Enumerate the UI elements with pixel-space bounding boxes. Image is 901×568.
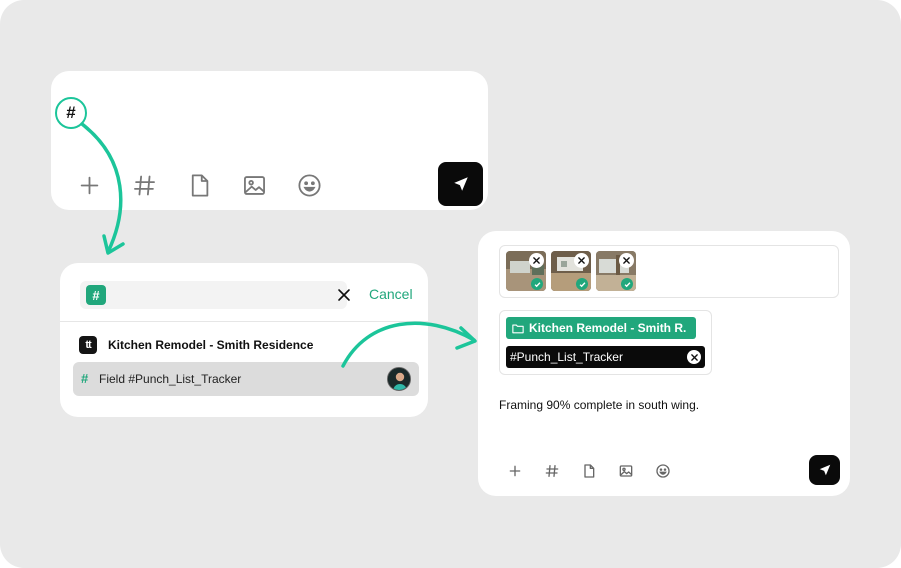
tracker-tag-chip[interactable]: #Punch_List_Tracker [506, 346, 705, 368]
remove-attachment-button[interactable] [529, 253, 544, 268]
project-header: tt Kitchen Remodel - Smith Residence [79, 335, 313, 355]
background-canvas: # # Cancel tt Kitchen Remodel - Smith Re… [0, 0, 901, 568]
message-text[interactable]: Framing 90% complete in south wing. [499, 398, 699, 412]
arrow-head [102, 234, 125, 255]
hash-icon[interactable] [544, 463, 560, 479]
project-tag-label: Kitchen Remodel - Smith R. [529, 321, 687, 335]
arrow-head [455, 326, 477, 350]
result-hash-icon: # [81, 371, 89, 386]
tag-search-input[interactable] [112, 283, 302, 307]
send-button[interactable] [809, 455, 840, 485]
plus-icon[interactable] [507, 463, 523, 479]
send-button[interactable] [438, 162, 483, 206]
hash-icon[interactable] [131, 172, 158, 199]
project-logo: tt [79, 336, 97, 354]
composer-toolbar [76, 172, 323, 199]
plus-icon[interactable] [76, 172, 103, 199]
photo-attachment[interactable] [551, 251, 591, 291]
tags-container: Kitchen Remodel - Smith R. #Punch_List_T… [499, 310, 712, 375]
project-name: Kitchen Remodel - Smith Residence [108, 338, 314, 352]
divider [60, 321, 428, 322]
file-icon[interactable] [581, 463, 597, 479]
check-icon [621, 278, 633, 290]
hash-badge: # [86, 285, 106, 305]
avatar [387, 367, 411, 391]
photo-attachment[interactable] [506, 251, 546, 291]
tag-result-item[interactable]: # Field #Punch_List_Tracker [73, 362, 419, 396]
photo-attachment[interactable] [596, 251, 636, 291]
message-toolbar [507, 463, 671, 479]
check-icon [531, 278, 543, 290]
message-preview-card: Kitchen Remodel - Smith R. #Punch_List_T… [478, 231, 850, 496]
file-icon[interactable] [186, 172, 213, 199]
remove-tag-button[interactable] [687, 350, 701, 364]
emoji-icon[interactable] [655, 463, 671, 479]
emoji-icon[interactable] [296, 172, 323, 199]
result-label: Field #Punch_List_Tracker [99, 372, 242, 386]
image-icon[interactable] [241, 172, 268, 199]
remove-attachment-button[interactable] [619, 253, 634, 268]
tracker-tag-label: #Punch_List_Tracker [510, 350, 623, 364]
composer-card: # [51, 71, 488, 210]
send-icon [819, 464, 830, 476]
search-bar: # [80, 281, 347, 309]
image-icon[interactable] [618, 463, 634, 479]
remove-attachment-button[interactable] [574, 253, 589, 268]
send-icon [453, 177, 468, 191]
attachments-tray [499, 245, 839, 298]
tag-search-card: # Cancel tt Kitchen Remodel - Smith Resi… [60, 263, 428, 417]
cancel-button[interactable]: Cancel [369, 286, 413, 302]
check-icon [576, 278, 588, 290]
close-icon[interactable] [336, 287, 352, 303]
folder-icon [512, 324, 524, 333]
project-tag-chip[interactable]: Kitchen Remodel - Smith R. [506, 317, 697, 339]
hash-trigger-button[interactable]: # [55, 97, 87, 129]
